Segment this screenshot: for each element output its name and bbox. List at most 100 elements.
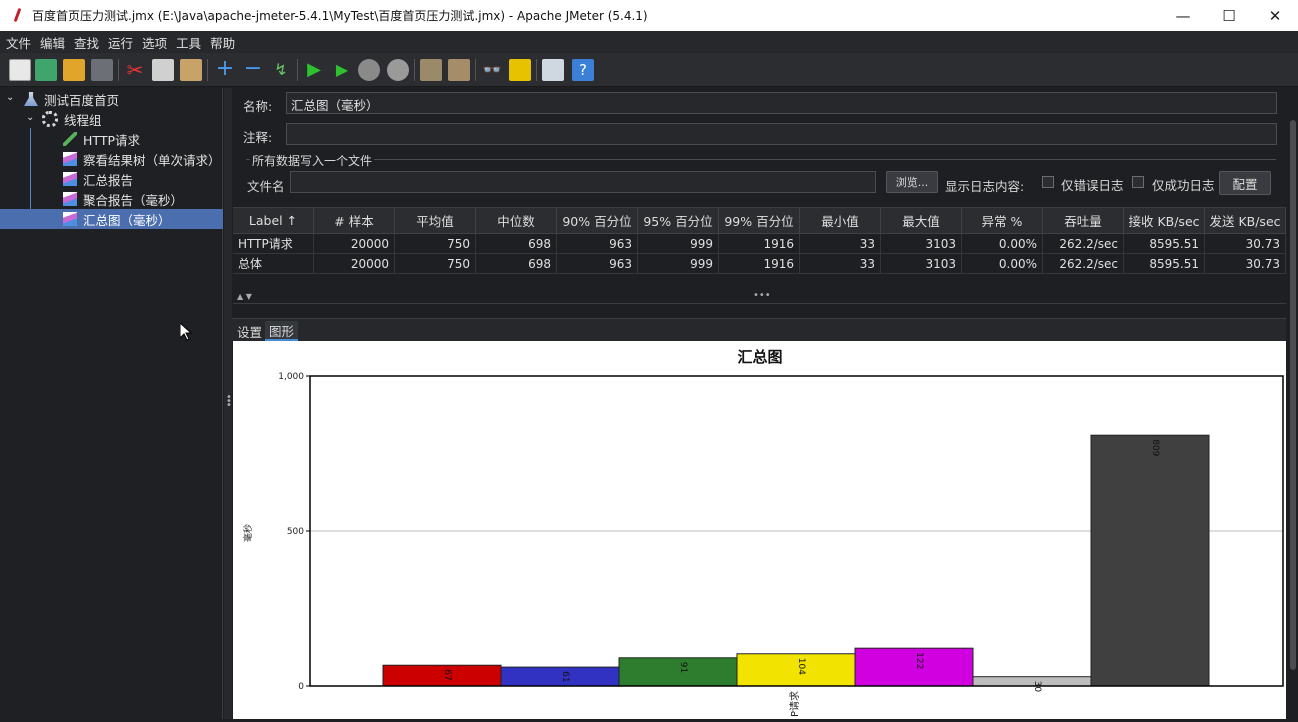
open-folder-icon[interactable] [63, 59, 85, 81]
splitter-handle[interactable]: • • • [224, 88, 232, 719]
name-label: 名称: [243, 99, 273, 114]
new-icon[interactable] [9, 59, 31, 81]
table-cell[interactable]: 963 [557, 234, 638, 254]
tree-node-view-results-tree[interactable]: 察看结果树（单次请求） [63, 149, 221, 169]
start-icon[interactable]: ▶ [303, 59, 325, 81]
table-cell[interactable]: 33 [800, 234, 881, 254]
graph-icon [63, 192, 77, 206]
table-cell[interactable]: 0.00% [962, 254, 1043, 274]
function-helper-icon[interactable] [542, 59, 564, 81]
maximize-button[interactable]: ☐ [1206, 0, 1252, 31]
table-cell[interactable]: 30.73 [1205, 254, 1286, 274]
chevron-down-icon[interactable]: ⌄ [6, 92, 14, 103]
save-icon[interactable] [91, 59, 113, 81]
filename-field[interactable] [290, 171, 876, 193]
expand-all-icon[interactable]: + [214, 58, 236, 81]
table-cell[interactable]: 3103 [881, 254, 962, 274]
col-header-throughput[interactable]: 吞吐量 [1043, 208, 1124, 234]
table-cell[interactable]: 750 [395, 254, 476, 274]
clear-all-icon[interactable] [448, 59, 470, 81]
start-no-pause-icon[interactable]: ▶ [331, 59, 353, 81]
table-cell[interactable]: 262.2/sec [1043, 254, 1124, 274]
col-header-label[interactable]: Label ↑ [233, 208, 314, 234]
toggle-icon[interactable]: ↯ [270, 59, 292, 81]
tab-graph[interactable]: 图形 [265, 321, 299, 341]
table-cell[interactable]: 262.2/sec [1043, 234, 1124, 254]
col-header-99pct[interactable]: 99% 百分位 [719, 208, 800, 234]
minimize-button[interactable]: — [1160, 0, 1206, 31]
aggregate-graph-chart: 汇总图 毫秒 67 61 91 104 122 30 809 1,000 500 0 P请求 [233, 341, 1286, 719]
col-header-sent[interactable]: 发送 KB/sec [1205, 208, 1286, 234]
table-cell[interactable]: 0.00% [962, 234, 1043, 254]
table-cell[interactable]: 20000 [314, 234, 395, 254]
table-cell[interactable]: 999 [638, 234, 719, 254]
menu-run[interactable]: 运行 [108, 33, 133, 52]
table-cell[interactable]: 8595.51 [1124, 254, 1205, 274]
tree-node-summary-report[interactable]: 汇总报告 [63, 169, 133, 189]
menu-tools[interactable]: 工具 [176, 33, 201, 52]
table-cell[interactable]: 20000 [314, 254, 395, 274]
tree-node-aggregate-report[interactable]: 聚合报告（毫秒） [63, 189, 183, 209]
scroll-arrows-icon[interactable]: ▲ ▼ [237, 292, 252, 301]
col-header-max[interactable]: 最大值 [881, 208, 962, 234]
templates-icon[interactable] [35, 59, 57, 81]
configure-button[interactable]: 配置 [1219, 171, 1271, 195]
errors-only-label: 仅错误日志 [1061, 178, 1124, 193]
help-icon[interactable]: ? [572, 59, 594, 81]
paste-icon[interactable] [180, 59, 202, 81]
copy-icon[interactable] [152, 59, 174, 81]
search-binoculars-icon[interactable]: 👓 [481, 59, 503, 81]
stop-icon[interactable] [358, 59, 380, 81]
col-header-received[interactable]: 接收 KB/sec [1124, 208, 1205, 234]
menu-file[interactable]: 文件 [6, 33, 31, 52]
clear-icon[interactable] [420, 59, 442, 81]
menu-search[interactable]: 查找 [74, 33, 99, 52]
aggregate-graph-panel: 名称: 汇总图（毫秒） 注释: 所有数据写入一个文件 文件名 浏览... 显示日… [232, 88, 1298, 719]
chart-title: 汇总图 [737, 348, 782, 366]
tree-node-test-plan[interactable]: 测试百度首页 [24, 89, 119, 109]
col-header-samples[interactable]: # 样本 [314, 208, 395, 234]
tab-settings[interactable]: 设置 [233, 321, 266, 341]
table-cell[interactable]: 33 [800, 254, 881, 274]
shutdown-icon[interactable] [387, 59, 409, 81]
table-cell[interactable]: 30.73 [1205, 234, 1286, 254]
success-only-checkbox[interactable] [1132, 176, 1144, 188]
browse-button[interactable]: 浏览... [886, 171, 938, 193]
menu-edit[interactable]: 编辑 [40, 33, 65, 52]
write-all-data-group-title: 所有数据写入一个文件 [250, 152, 375, 169]
col-header-median[interactable]: 中位数 [476, 208, 557, 234]
reset-search-icon[interactable] [509, 59, 531, 81]
comment-field[interactable] [286, 123, 1277, 145]
divider-handle-icon[interactable]: ••• [753, 290, 771, 301]
table-row-label[interactable]: 总体 [233, 254, 314, 274]
table-cell[interactable]: 963 [557, 254, 638, 274]
collapse-all-icon[interactable]: − [242, 58, 264, 81]
chevron-down-icon[interactable]: ⌄ [26, 112, 34, 123]
tree-node-http-request[interactable]: HTTP请求 [63, 129, 140, 149]
close-button[interactable]: ✕ [1252, 0, 1298, 31]
col-header-90pct[interactable]: 90% 百分位 [557, 208, 638, 234]
vertical-scrollbar[interactable] [1288, 118, 1298, 678]
table-cell[interactable]: 8595.51 [1124, 234, 1205, 254]
table-cell[interactable]: 3103 [881, 234, 962, 254]
window-title: 百度首页压力测试.jmx (E:\Java\apache-jmeter-5.4.… [32, 9, 648, 23]
table-cell[interactable]: 1916 [719, 234, 800, 254]
table-cell[interactable]: 999 [638, 254, 719, 274]
col-header-95pct[interactable]: 95% 百分位 [638, 208, 719, 234]
tree-node-thread-group[interactable]: 线程组 [42, 109, 102, 129]
menu-help[interactable]: 帮助 [210, 33, 235, 52]
table-cell[interactable]: 1916 [719, 254, 800, 274]
tree-node-aggregate-graph[interactable]: 汇总图（毫秒） [0, 209, 223, 229]
errors-only-checkbox[interactable] [1042, 176, 1054, 188]
cut-icon[interactable]: ✂ [124, 59, 146, 81]
col-header-average[interactable]: 平均值 [395, 208, 476, 234]
col-header-min[interactable]: 最小值 [800, 208, 881, 234]
col-header-error-pct[interactable]: 异常 % [962, 208, 1043, 234]
table-cell[interactable]: 750 [395, 234, 476, 254]
menu-options[interactable]: 选项 [142, 33, 167, 52]
name-field[interactable]: 汇总图（毫秒） [286, 92, 1277, 114]
table-row-label[interactable]: HTTP请求 [233, 234, 314, 254]
table-cell[interactable]: 698 [476, 234, 557, 254]
table-cell[interactable]: 698 [476, 254, 557, 274]
tree-node-label: 汇总报告 [83, 172, 134, 188]
